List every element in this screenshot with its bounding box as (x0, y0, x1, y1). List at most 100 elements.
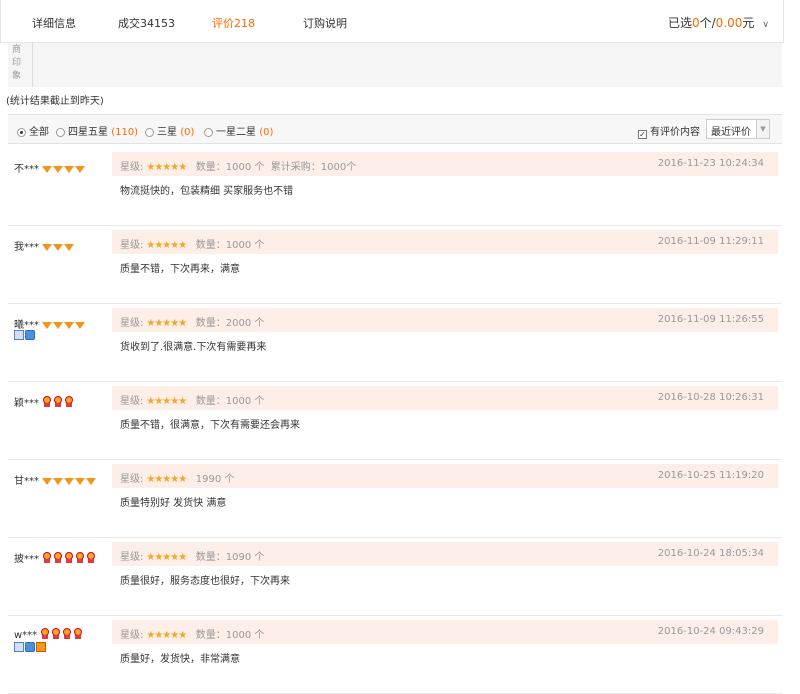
filter-one-two-star[interactable]: 一星二星 (0) (204, 123, 273, 138)
review-text: 质量好，发货快，非常满意 (120, 654, 240, 665)
star-rating-icon: ★★★★★ (146, 474, 187, 485)
reviewer-level (42, 165, 86, 176)
crown-medal-icon (53, 552, 63, 563)
review-rating-line: 星级: ★★★★★ 数量：1090 个 (120, 548, 264, 563)
star-rating-icon: ★★★★★ (146, 240, 187, 251)
detail-tabs: 详细信息 成交34153 评价218 订购说明 已选0个/0.00元 ∨ (0, 0, 784, 43)
filter-three-star[interactable]: 三星 (0) (145, 123, 194, 138)
selected-amount: 0.00 (715, 16, 743, 30)
review-text: 质量不错，很满意，下次有需要还会再来 (120, 420, 300, 431)
review-row: 甘*** 星级: ★★★★★ 1990 个 2016-10-25 11:19:20 质量… (8, 460, 782, 538)
reviewer-name: 甘*** (14, 476, 39, 487)
has-content-checkbox[interactable]: ✓ 有评价内容 (638, 123, 700, 139)
sort-select[interactable]: 最近评价 ▼ (706, 119, 770, 139)
crown-medal-icon (64, 552, 74, 563)
tab-details[interactable]: 详细信息 (32, 15, 76, 31)
impression-divider (32, 43, 33, 87)
review-quantity: 1990 个 (195, 474, 235, 485)
rating-label: 星级: (120, 318, 144, 329)
radio-icon[interactable] (145, 128, 154, 137)
filter-four-five-star[interactable]: 四星五星 (110) (56, 123, 138, 138)
review-quantity: 数量：1000 个 (195, 162, 265, 173)
review-date: 2016-11-09 11:26:55 (657, 314, 764, 325)
impression-label: 商印象 (12, 45, 22, 81)
crown-medal-icon (86, 552, 96, 563)
review-text: 质量特别好 发货快 满意 (120, 498, 227, 509)
user-badges (14, 330, 36, 343)
crown-medal-icon (42, 552, 52, 563)
review-rating-line: 星级: ★★★★★ 数量：2000 个 (120, 314, 264, 329)
review-quantity: 数量：1090 个 (195, 552, 265, 563)
diamond-icon (53, 478, 63, 485)
rating-label: 星级: (120, 630, 144, 641)
review-row: 不*** 星级: ★★★★★ 数量：1000 个 累计采购：1000个 2016-11… (8, 148, 782, 226)
user-badges (14, 642, 47, 655)
stats-note: (统计结果截止到昨天) (6, 96, 104, 107)
diamond-icon (42, 244, 52, 251)
crown-medal-icon (40, 628, 50, 639)
reviewer-name: 披*** (14, 554, 39, 565)
reviewer-level (42, 477, 97, 488)
selected-count: 0 (691, 16, 700, 30)
diamond-icon (64, 478, 74, 485)
diamond-icon (42, 166, 52, 173)
review-quantity: 数量：1000 个 (195, 396, 265, 407)
dropdown-arrow-icon[interactable]: ▼ (756, 120, 769, 138)
filter-count: (110) (111, 127, 139, 138)
review-quantity: 数量：1000 个 (195, 240, 265, 251)
review-rating-line: 星级: ★★★★★ 1990 个 (120, 470, 234, 485)
tab-reviews[interactable]: 评价218 (212, 15, 255, 31)
radio-icon[interactable] (56, 128, 65, 137)
diamond-icon (53, 244, 63, 251)
id-card-icon (14, 330, 24, 340)
review-meta: 星级: ★★★★★ 数量：1000 个 累计采购：1000个 2016-11-23 … (112, 152, 778, 176)
star-rating-icon: ★★★★★ (146, 318, 187, 329)
reviewer-level (42, 243, 75, 254)
crown-medal-icon (42, 396, 52, 407)
radio-icon[interactable] (204, 128, 213, 137)
selected-currency: 元 (742, 16, 755, 30)
review-quantity: 数量：1000 个 (195, 630, 265, 641)
review-date: 2016-10-24 09:43:29 (657, 626, 764, 637)
review-row: 披*** 星级: ★★★★★ 数量：1090 个 2016-10-24 18:05:3… (8, 538, 782, 616)
reviewer-level (42, 396, 75, 410)
tab-order-info[interactable]: 订购说明 (303, 15, 347, 31)
star-rating-icon: ★★★★★ (146, 552, 187, 563)
review-rating-line: 星级: ★★★★★ 数量：1000 个 累计采购：1000个 (120, 158, 356, 173)
crown-medal-icon (73, 628, 83, 639)
diamond-icon (53, 322, 63, 329)
tab-transactions[interactable]: 成交34153 (118, 15, 175, 31)
review-filter-bar: 全部 四星五星 (110) 三星 (0) 一星二星 (0) ✓ 有评价内容 最近评… (8, 114, 782, 144)
diamond-icon (64, 322, 74, 329)
reviewer-level (40, 628, 84, 642)
crown-medal-icon (53, 396, 63, 407)
diamond-icon (86, 478, 96, 485)
star-rating-icon: ★★★★★ (146, 162, 187, 173)
filter-label: 一星二星 (216, 127, 256, 138)
impression-panel: 商印象 (8, 43, 782, 87)
review-meta: 星级: ★★★★★ 数量：1000 个 2016-10-28 10:26:31 (112, 386, 778, 410)
review-row: 曦*** 星级: ★★★★★ 数量：2000 个 2016-11-09 11:26:5… (8, 304, 782, 382)
reviewer: 甘*** (14, 472, 97, 488)
level-badge-icon (36, 642, 46, 652)
reviewer: 披*** (14, 550, 97, 566)
review-meta: 星级: ★★★★★ 数量：1090 个 2016-10-24 18:05:34 (112, 542, 778, 566)
chevron-down-icon[interactable]: ∨ (762, 20, 769, 30)
review-meta: 星级: ★★★★★ 1990 个 2016-10-25 11:19:20 (112, 464, 778, 488)
diamond-icon (64, 166, 74, 173)
review-text: 质量很好，服务态度也很好，下次再来 (120, 576, 290, 587)
review-rating-line: 星级: ★★★★★ 数量：1000 个 (120, 392, 264, 407)
checkbox-checked-icon[interactable]: ✓ (638, 130, 647, 139)
review-meta: 星级: ★★★★★ 数量：1000 个 2016-10-24 09:43:29 (112, 620, 778, 644)
reviewer-name: 颖*** (14, 398, 39, 409)
review-text: 质量不错，下次再来，满意 (120, 264, 240, 275)
crown-medal-icon (64, 396, 74, 407)
selection-summary[interactable]: 已选0个/0.00元 ∨ (668, 14, 769, 31)
reviewer: 我*** (14, 238, 75, 254)
review-rating-line: 星级: ★★★★★ 数量：1000 个 (120, 236, 264, 251)
review-date: 2016-10-25 11:19:20 (657, 470, 764, 481)
radio-selected-icon[interactable] (17, 128, 26, 137)
reviewer: 颖*** (14, 394, 75, 410)
reviewer-name: 我*** (14, 242, 39, 253)
filter-all[interactable]: 全部 (17, 123, 49, 138)
